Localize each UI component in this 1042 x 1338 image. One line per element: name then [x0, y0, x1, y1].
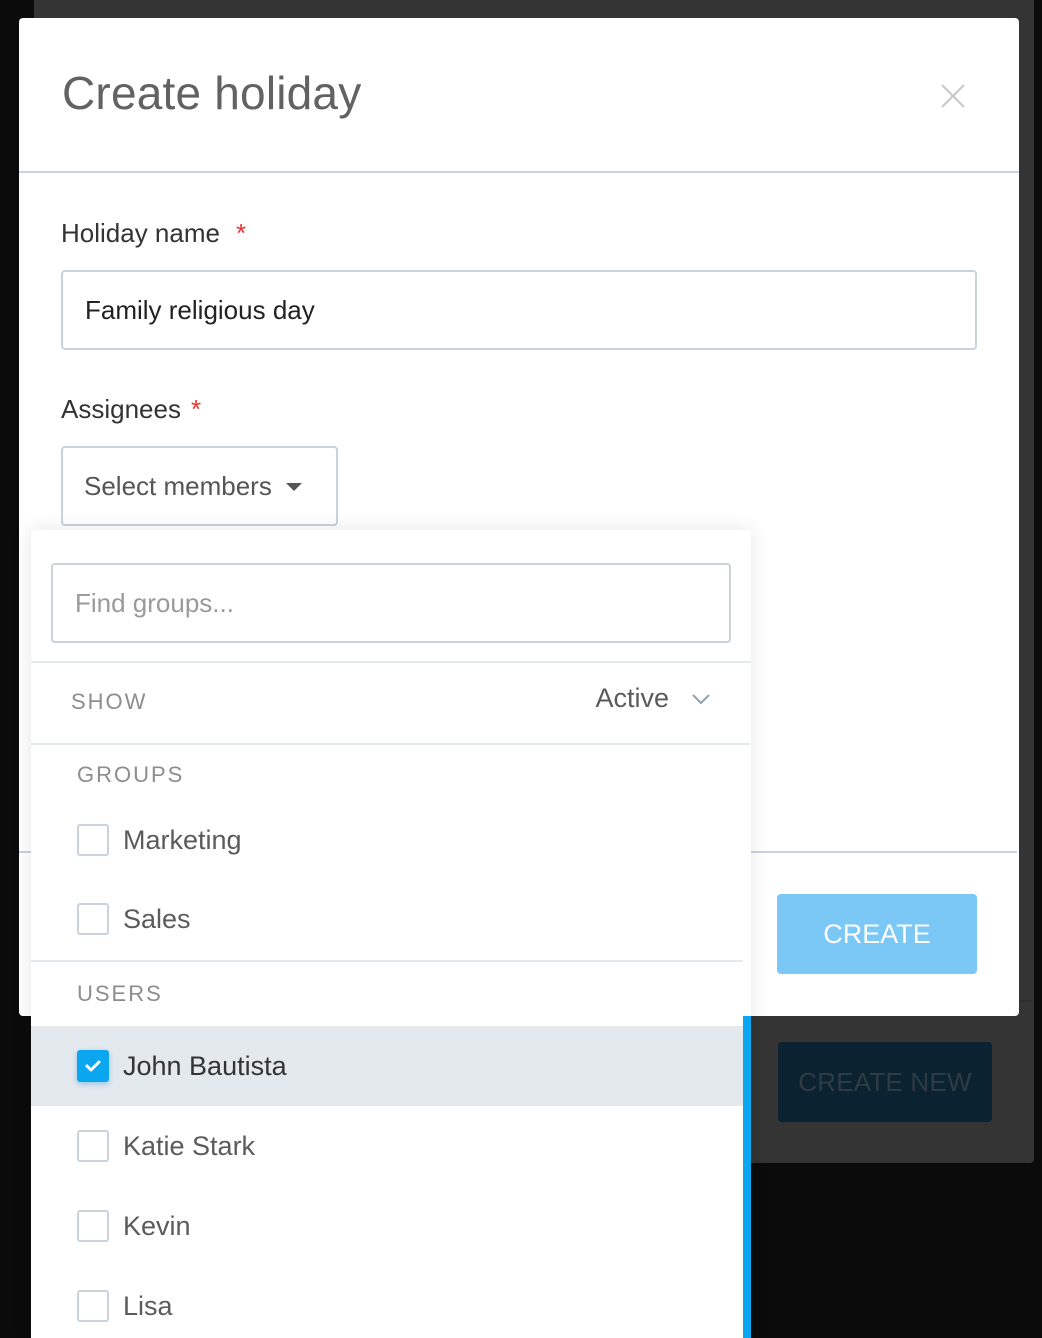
option-label: Katie Stark: [123, 1130, 256, 1161]
checkbox[interactable]: [77, 903, 109, 935]
scrollbar[interactable]: [743, 1016, 751, 1338]
checkmark-icon: [85, 1060, 101, 1072]
assignees-label: Assignees *: [61, 394, 201, 425]
user-option-lisa[interactable]: Lisa: [31, 1266, 743, 1338]
create-new-button[interactable]: CREATE NEW: [778, 1042, 992, 1122]
assignees-label-text: Assignees: [61, 394, 181, 424]
modal-title: Create holiday: [62, 67, 362, 119]
members-dropdown-panel: SHOW Active GROUPS Marketing Sales USERS…: [31, 530, 751, 1338]
required-mark: *: [190, 394, 202, 424]
select-members-label: Select members: [84, 470, 272, 501]
show-filter-label: SHOW: [71, 689, 148, 714]
show-filter-select[interactable]: Active: [595, 683, 711, 714]
checkbox[interactable]: [77, 1130, 109, 1162]
chevron-down-icon: [692, 693, 710, 704]
required-mark: *: [235, 218, 247, 248]
option-label: Lisa: [123, 1290, 173, 1321]
find-groups-input[interactable]: [51, 563, 731, 643]
modal-header: Create holiday: [19, 18, 1019, 173]
show-filter-value: Active: [595, 683, 669, 713]
user-option-john-bautista[interactable]: John Bautista: [31, 1026, 743, 1106]
create-button[interactable]: CREATE: [777, 894, 977, 974]
background-divider: [1018, 1000, 1032, 1002]
user-option-kevin[interactable]: Kevin: [31, 1186, 743, 1266]
checkbox-checked[interactable]: [77, 1050, 109, 1082]
group-option-sales[interactable]: Sales: [31, 879, 743, 959]
option-label: John Bautista: [123, 1050, 287, 1081]
holiday-name-input[interactable]: [61, 270, 977, 350]
users-section-label: USERS: [77, 981, 163, 1006]
user-option-katie-stark[interactable]: Katie Stark: [31, 1106, 743, 1186]
checkbox[interactable]: [77, 1290, 109, 1322]
group-option-marketing[interactable]: Marketing: [31, 800, 743, 880]
close-button[interactable]: [939, 82, 967, 110]
divider: [31, 960, 743, 962]
caret-down-icon: [285, 483, 302, 491]
select-members-dropdown[interactable]: Select members: [61, 446, 338, 526]
option-label: Kevin: [123, 1210, 191, 1241]
close-icon: [941, 84, 965, 108]
holiday-name-label-text: Holiday name: [61, 218, 220, 248]
option-label: Marketing: [123, 824, 242, 855]
groups-section-label: GROUPS: [77, 762, 185, 787]
option-label: Sales: [123, 903, 191, 934]
divider: [31, 661, 751, 663]
checkbox[interactable]: [77, 1210, 109, 1242]
divider: [31, 743, 751, 745]
holiday-name-label: Holiday name *: [61, 218, 246, 249]
checkbox[interactable]: [77, 824, 109, 856]
